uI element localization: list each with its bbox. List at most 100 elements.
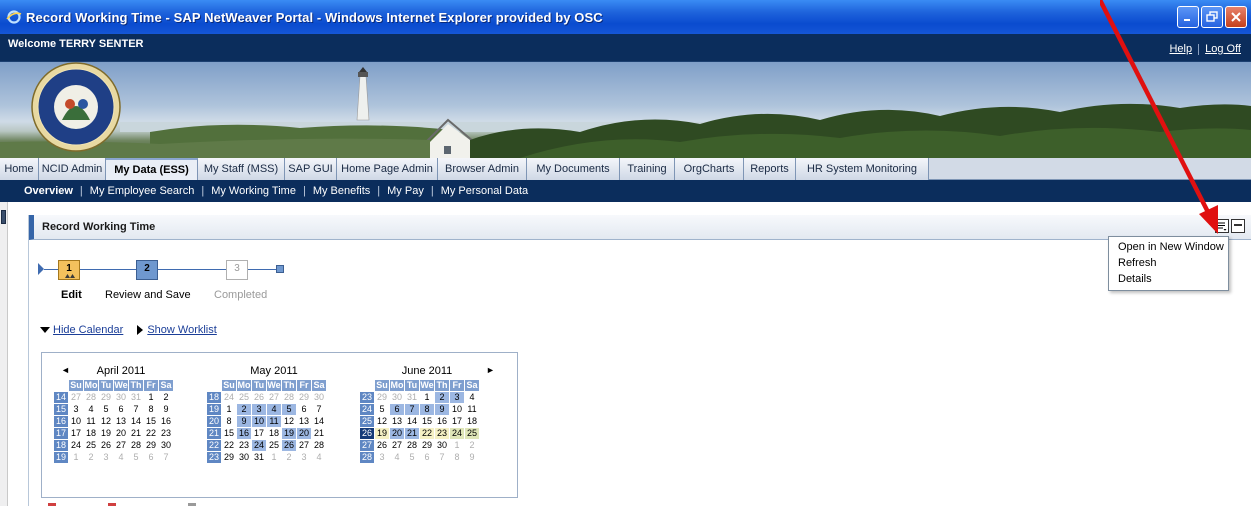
menu-item-refresh[interactable]: Refresh bbox=[1109, 256, 1228, 272]
calendar-day[interactable]: 12 bbox=[99, 416, 113, 427]
calendar-day[interactable]: 21 bbox=[129, 428, 143, 439]
calendar-day[interactable]: 28 bbox=[312, 440, 326, 451]
calendar-day[interactable]: 4 bbox=[267, 404, 281, 415]
calendar-day[interactable]: 22 bbox=[222, 440, 236, 451]
calendar-day[interactable]: 22 bbox=[420, 428, 434, 439]
expand-navigation-handle[interactable] bbox=[1, 210, 6, 224]
calendar-day[interactable]: 12 bbox=[375, 416, 389, 427]
calendar-day[interactable]: 29 bbox=[99, 392, 113, 403]
calendar-day[interactable]: 9 bbox=[159, 404, 173, 415]
calendar-day[interactable]: 27 bbox=[267, 392, 281, 403]
menu-item-details[interactable]: Details bbox=[1109, 272, 1228, 288]
tab-browser-admin[interactable]: Browser Admin bbox=[438, 158, 527, 180]
calendar-day[interactable]: 29 bbox=[222, 452, 236, 463]
calendar-day[interactable]: 30 bbox=[435, 440, 449, 451]
calendar-day[interactable]: 2 bbox=[465, 440, 479, 451]
calendar-day[interactable]: 7 bbox=[405, 404, 419, 415]
calendar-day[interactable]: 26 bbox=[99, 440, 113, 451]
calendar-day[interactable]: 17 bbox=[252, 428, 266, 439]
calendar-day[interactable]: 18 bbox=[465, 416, 479, 427]
calendar-day[interactable]: 17 bbox=[450, 416, 464, 427]
week-number[interactable]: 15 bbox=[54, 404, 68, 415]
calendar-day[interactable]: 1 bbox=[420, 392, 434, 403]
calendar-day[interactable]: 30 bbox=[114, 392, 128, 403]
calendar-day[interactable]: 20 bbox=[114, 428, 128, 439]
subnav-my-employee-search[interactable]: My Employee Search bbox=[90, 185, 195, 197]
week-number[interactable]: 28 bbox=[360, 452, 374, 463]
calendar-day[interactable]: 19 bbox=[99, 428, 113, 439]
calendar-day[interactable]: 18 bbox=[84, 428, 98, 439]
week-number[interactable]: 17 bbox=[54, 428, 68, 439]
calendar-day[interactable]: 23 bbox=[159, 428, 173, 439]
calendar-day[interactable]: 8 bbox=[222, 416, 236, 427]
calendar-day[interactable]: 27 bbox=[297, 440, 311, 451]
week-number[interactable]: 14 bbox=[54, 392, 68, 403]
calendar-day[interactable]: 6 bbox=[144, 452, 158, 463]
week-number[interactable]: 25 bbox=[360, 416, 374, 427]
week-number[interactable]: 23 bbox=[360, 392, 374, 403]
hide-calendar-link[interactable]: Hide Calendar bbox=[53, 324, 123, 336]
calendar-day[interactable]: 28 bbox=[282, 392, 296, 403]
calendar-day[interactable]: 31 bbox=[405, 392, 419, 403]
calendar-day[interactable]: 7 bbox=[159, 452, 173, 463]
calendar-day[interactable]: 30 bbox=[312, 392, 326, 403]
calendar-day[interactable]: 21 bbox=[312, 428, 326, 439]
calendar-day[interactable]: 23 bbox=[237, 440, 251, 451]
calendar-day[interactable]: 28 bbox=[84, 392, 98, 403]
calendar-day[interactable]: 3 bbox=[252, 404, 266, 415]
calendar-day[interactable]: 26 bbox=[282, 440, 296, 451]
calendar-day[interactable]: 21 bbox=[405, 428, 419, 439]
week-number[interactable]: 21 bbox=[207, 428, 221, 439]
calendar-day[interactable]: 1 bbox=[144, 392, 158, 403]
calendar-day[interactable]: 6 bbox=[114, 404, 128, 415]
tab-sap-gui[interactable]: SAP GUI bbox=[285, 158, 337, 180]
subnav-my-pay[interactable]: My Pay bbox=[387, 185, 424, 197]
calendar-day[interactable]: 6 bbox=[390, 404, 404, 415]
week-number[interactable]: 19 bbox=[54, 452, 68, 463]
calendar-day[interactable]: 9 bbox=[465, 452, 479, 463]
tab-my-data-ess[interactable]: My Data (ESS) bbox=[106, 158, 198, 180]
week-number[interactable]: 20 bbox=[207, 416, 221, 427]
tab-orgcharts[interactable]: OrgCharts bbox=[675, 158, 744, 180]
calendar-day[interactable]: 29 bbox=[297, 392, 311, 403]
calendar-day[interactable]: 11 bbox=[465, 404, 479, 415]
week-number[interactable]: 19 bbox=[207, 404, 221, 415]
calendar-day[interactable]: 4 bbox=[465, 392, 479, 403]
week-number[interactable]: 18 bbox=[207, 392, 221, 403]
calendar-day[interactable]: 3 bbox=[69, 404, 83, 415]
calendar-day[interactable]: 10 bbox=[69, 416, 83, 427]
calendar-day[interactable]: 30 bbox=[237, 452, 251, 463]
tab-my-staff-mss[interactable]: My Staff (MSS) bbox=[198, 158, 285, 180]
calendar-day[interactable]: 18 bbox=[267, 428, 281, 439]
calendar-day[interactable]: 25 bbox=[237, 392, 251, 403]
calendar-day[interactable]: 2 bbox=[435, 392, 449, 403]
calendar-day[interactable]: 5 bbox=[405, 452, 419, 463]
calendar-day[interactable]: 29 bbox=[375, 392, 389, 403]
calendar-day[interactable]: 4 bbox=[390, 452, 404, 463]
week-number[interactable]: 27 bbox=[360, 440, 374, 451]
calendar-day[interactable]: 8 bbox=[144, 404, 158, 415]
week-number[interactable]: 16 bbox=[54, 416, 68, 427]
tab-my-documents[interactable]: My Documents bbox=[527, 158, 620, 180]
calendar-day[interactable]: 15 bbox=[420, 416, 434, 427]
calendar-day[interactable]: 20 bbox=[297, 428, 311, 439]
calendar-day[interactable]: 3 bbox=[99, 452, 113, 463]
calendar-day[interactable]: 13 bbox=[390, 416, 404, 427]
calendar-day[interactable]: 5 bbox=[99, 404, 113, 415]
calendar-day[interactable]: 4 bbox=[312, 452, 326, 463]
calendar-day[interactable]: 11 bbox=[267, 416, 281, 427]
calendar-day[interactable]: 4 bbox=[84, 404, 98, 415]
calendar-day[interactable]: 14 bbox=[405, 416, 419, 427]
calendar-day[interactable]: 7 bbox=[129, 404, 143, 415]
calendar-day[interactable]: 16 bbox=[237, 428, 251, 439]
calendar-day[interactable]: 8 bbox=[450, 452, 464, 463]
roadmap-step-2[interactable]: 2 bbox=[136, 260, 158, 280]
subnav-my-working-time[interactable]: My Working Time bbox=[211, 185, 296, 197]
calendar-day[interactable]: 30 bbox=[390, 392, 404, 403]
calendar-day[interactable]: 1 bbox=[69, 452, 83, 463]
tab-hr-system-monitoring[interactable]: HR System Monitoring bbox=[796, 158, 929, 180]
calendar-day[interactable]: 19 bbox=[375, 428, 389, 439]
calendar-day[interactable]: 30 bbox=[159, 440, 173, 451]
week-number[interactable]: 23 bbox=[207, 452, 221, 463]
calendar-day[interactable]: 2 bbox=[159, 392, 173, 403]
